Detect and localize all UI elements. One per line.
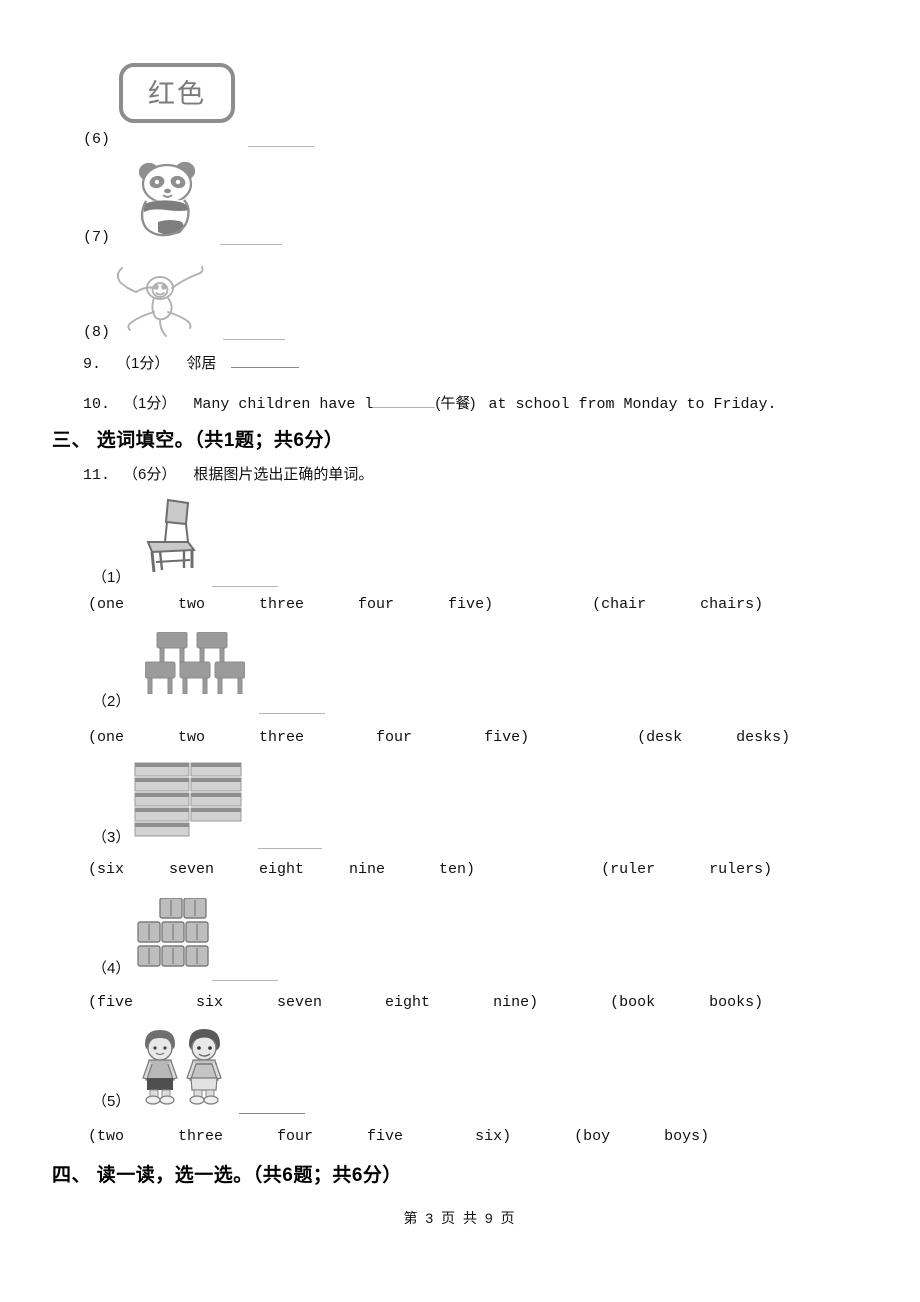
item-5-blank[interactable] (239, 1100, 305, 1114)
question-10: 10. （1分） Many children have l (午餐) at sch… (83, 392, 776, 413)
image-boys-two (133, 1028, 233, 1106)
question-9-text: 邻居 (186, 355, 217, 372)
choice-row-5[interactable]: (two three four five six) (boy boys) (88, 1128, 709, 1145)
item-8-blank[interactable] (223, 324, 285, 340)
item-2-number: （2） (92, 693, 131, 710)
item-7-blank[interactable] (220, 229, 282, 245)
question-10-hint: (午餐) (435, 395, 476, 412)
item-2-blank[interactable] (259, 700, 325, 714)
choice-row-3[interactable]: (six seven eight nine ten) (ruler rulers… (88, 861, 772, 878)
item-3-blank[interactable] (258, 835, 322, 849)
section-four-heading: 四、 读一读，选一选。（共6题；共6分） (52, 1165, 402, 1186)
image-panda (122, 160, 222, 240)
item-5-number: （5） (92, 1093, 131, 1110)
choice-row-2[interactable]: (one two three four five) (desk desks) (88, 729, 790, 746)
question-9: 9. （1分） 邻居 (83, 352, 300, 373)
section-three-heading: 三、 选词填空。（共1题；共6分） (52, 430, 344, 451)
question-11-number: 11. (83, 467, 111, 484)
image-books-eight (136, 898, 226, 970)
question-11-prompt: 11. （6分） 根据图片选出正确的单词。 (83, 463, 373, 484)
question-10-text-before: Many children have l (193, 396, 374, 413)
image-monkey (110, 258, 215, 338)
item-4-blank[interactable] (212, 967, 278, 981)
exam-page: 红色 (6) (7) (8) 9. （1分） 邻居 10. （1分） Many … (0, 0, 920, 1302)
red-color-label-text: 红色 (148, 79, 206, 109)
choice-row-4[interactable]: (five six seven eight nine) (book books) (88, 994, 763, 1011)
item-3-number: （3） (92, 829, 131, 846)
question-11-text: 根据图片选出正确的单词。 (193, 466, 374, 483)
item-7-number: (7) (83, 229, 111, 246)
question-10-marks: （1分） (123, 395, 177, 412)
question-9-number: 9. (83, 356, 102, 373)
item-1-number: （1） (92, 569, 131, 586)
item-1-blank[interactable] (212, 573, 278, 587)
image-rulers-nine (133, 762, 243, 840)
item-6-blank[interactable] (248, 131, 314, 147)
page-footer: 第 3 页 共 9 页 (403, 1210, 517, 1226)
image-chair-single (140, 498, 202, 576)
question-9-marks: （1分） (116, 355, 170, 372)
item-4-number: （4） (92, 960, 131, 977)
question-9-blank[interactable] (231, 354, 300, 368)
question-10-blank[interactable] (373, 394, 436, 408)
question-10-number: 10. (83, 396, 111, 413)
question-10-text-after: at school from Monday to Friday. (488, 396, 777, 413)
item-6-number: (6) (83, 131, 111, 148)
choice-row-1[interactable]: (one two three four five) (chair chairs) (88, 596, 763, 613)
item-8-number: (8) (83, 324, 111, 341)
image-desks-five (145, 632, 245, 694)
question-11-marks: （6分） (123, 466, 177, 483)
